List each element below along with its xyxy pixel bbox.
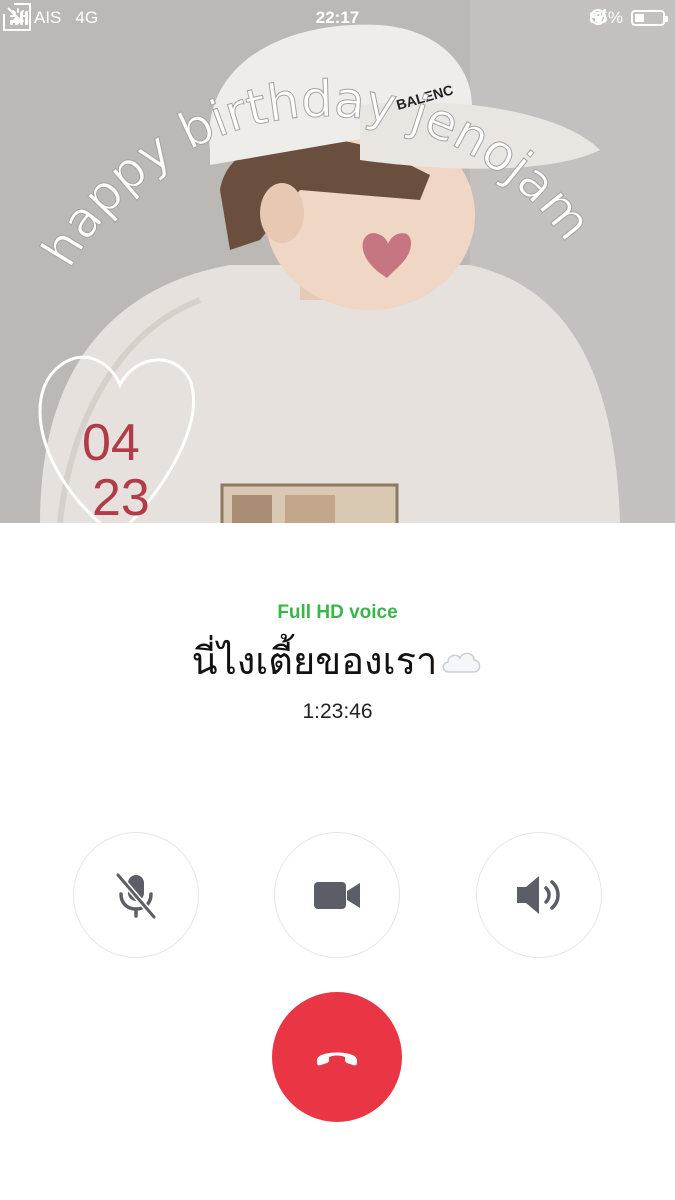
status-time: 22:17 [315,8,360,27]
call-duration: 1:23:46 [302,700,373,723]
mic-off-icon [115,873,157,919]
battery-icon [631,10,668,26]
end-call-button[interactable] [272,992,402,1122]
call-info: Full HD voice นี่ไงเตี้ยของเรา 1:23:46 [0,600,675,724]
contact-photo: BALENC 04 23 happy birthday jenojam AIS … [0,0,675,523]
speaker-icon [517,876,560,914]
photo-illustration: BALENC 04 23 happy birthday jenojam [0,0,675,523]
contact-name-row: นี่ไงเตี้ยของเรา [0,636,675,686]
speaker-button[interactable] [476,832,602,958]
contact-name: นี่ไงเตี้ยของเรา [191,639,438,683]
mute-button[interactable] [73,832,199,958]
video-button[interactable] [274,832,400,958]
minimize-call-button[interactable] [0,0,34,34]
doodle-date-bottom: 23 [92,469,150,523]
video-camera-icon [314,882,360,909]
location-arrow-icon [589,9,606,25]
call-quality-label: Full HD voice [277,602,398,623]
cloud-emoji-icon [442,652,481,673]
status-right: 35% [589,8,668,28]
doodle-date-top: 04 [82,414,140,472]
hang-up-icon [317,1052,357,1066]
status-bar: AIS 4G 22:17 35% [0,0,675,36]
